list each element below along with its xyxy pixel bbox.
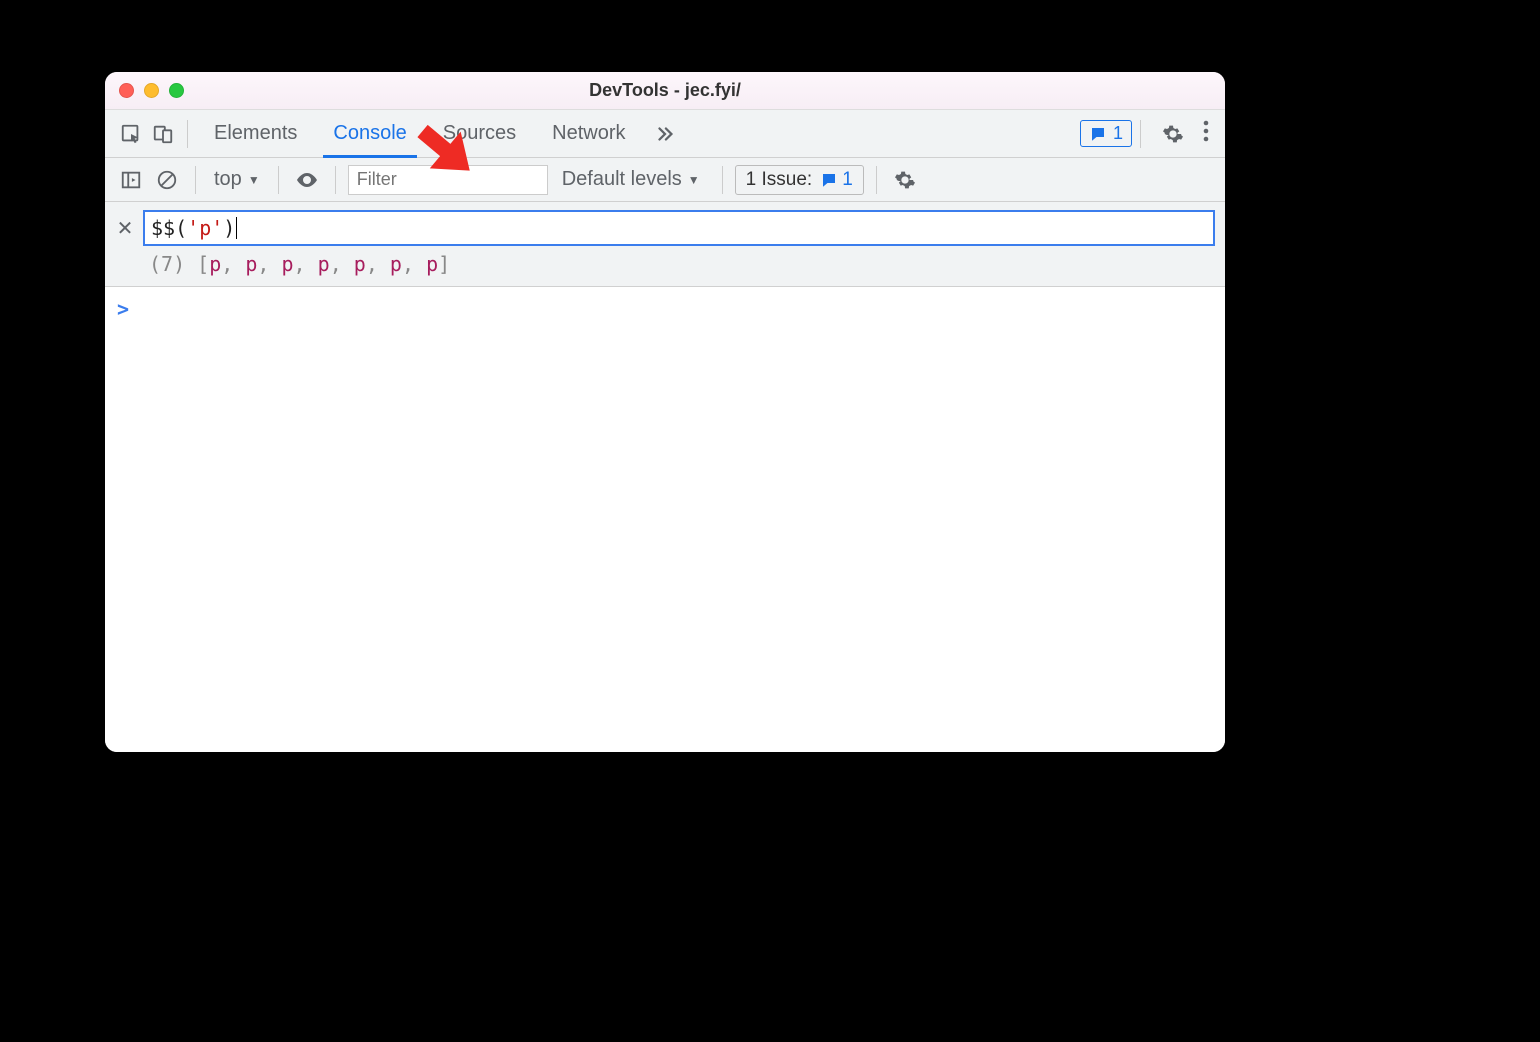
console-filter-input[interactable] xyxy=(348,165,548,195)
window-title: DevTools - jec.fyi/ xyxy=(105,80,1225,101)
gear-icon xyxy=(1162,123,1184,145)
dropdown-triangle-icon: ▼ xyxy=(248,173,260,187)
console-prompt-row[interactable]: > xyxy=(105,287,1225,331)
devtools-window: DevTools - jec.fyi/ Elements Console Sou… xyxy=(105,72,1225,752)
message-icon xyxy=(820,171,838,189)
result-element: p xyxy=(318,252,330,276)
context-label: top xyxy=(214,168,242,191)
vertical-dots-icon xyxy=(1203,120,1209,142)
result-element: p xyxy=(282,252,294,276)
issues-label: 1 Issue: xyxy=(746,169,813,191)
prompt-chevron-icon: > xyxy=(117,297,129,321)
close-expression-button[interactable]: ✕ xyxy=(115,216,135,241)
result-element: p xyxy=(354,252,366,276)
eager-evaluation-row: ✕ $$('p') (7) [p, p, p, p, p, p, p] xyxy=(105,202,1225,287)
more-options-button[interactable] xyxy=(1197,120,1215,148)
code-token: ) xyxy=(223,216,235,240)
execution-context-selector[interactable]: top ▼ xyxy=(208,168,266,191)
devtools-main-toolbar: Elements Console Sources Network 1 xyxy=(105,110,1225,158)
code-token: ' xyxy=(211,216,223,240)
tab-sources[interactable]: Sources xyxy=(425,110,534,157)
issues-badge[interactable]: 1 Issue: 1 xyxy=(735,165,864,195)
code-token: p xyxy=(199,216,211,240)
gear-icon xyxy=(894,169,916,191)
tab-elements[interactable]: Elements xyxy=(196,110,315,157)
console-settings-button[interactable] xyxy=(889,164,921,196)
result-bracket: [ xyxy=(197,252,209,276)
code-token: ( xyxy=(175,216,187,240)
tab-console[interactable]: Console xyxy=(315,110,424,157)
result-element: p xyxy=(245,252,257,276)
console-messages-badge[interactable]: 1 xyxy=(1080,120,1132,147)
live-expression-button[interactable] xyxy=(291,164,323,196)
issues-count: 1 xyxy=(842,169,853,191)
text-cursor xyxy=(236,217,237,239)
code-token: ' xyxy=(187,216,199,240)
result-bracket: ] xyxy=(438,252,450,276)
toolbar-divider xyxy=(1140,120,1141,148)
eager-evaluation-result: (7) [p, p, p, p, p, p, p] xyxy=(149,252,1215,276)
sidebar-icon xyxy=(120,169,142,191)
toolbar-divider xyxy=(195,166,196,194)
window-zoom-button[interactable] xyxy=(169,83,184,98)
traffic-lights xyxy=(119,83,184,98)
window-titlebar: DevTools - jec.fyi/ xyxy=(105,72,1225,110)
console-toolbar: top ▼ Default levels ▼ 1 Issue: 1 xyxy=(105,158,1225,202)
settings-button[interactable] xyxy=(1157,118,1189,150)
message-icon xyxy=(1089,125,1107,143)
toolbar-divider xyxy=(278,166,279,194)
device-toggle-icon[interactable] xyxy=(147,118,179,150)
toggle-console-sidebar-button[interactable] xyxy=(115,164,147,196)
chevron-double-right-icon xyxy=(654,123,676,145)
toolbar-divider xyxy=(722,166,723,194)
window-close-button[interactable] xyxy=(119,83,134,98)
result-element: p xyxy=(390,252,402,276)
eye-icon xyxy=(295,168,319,192)
levels-label: Default levels xyxy=(562,168,682,191)
console-output-area: ✕ $$('p') (7) [p, p, p, p, p, p, p] > xyxy=(105,202,1225,752)
code-token: $$ xyxy=(151,216,175,240)
result-element: p xyxy=(426,252,438,276)
clear-console-button[interactable] xyxy=(151,164,183,196)
devtools-tabs: Elements Console Sources Network xyxy=(196,110,686,157)
tabs-overflow-button[interactable] xyxy=(644,110,686,157)
window-minimize-button[interactable] xyxy=(144,83,159,98)
clear-icon xyxy=(156,169,178,191)
tab-network[interactable]: Network xyxy=(534,110,643,157)
messages-count: 1 xyxy=(1113,123,1123,144)
log-levels-selector[interactable]: Default levels ▼ xyxy=(552,168,710,191)
result-element: p xyxy=(209,252,221,276)
toolbar-divider xyxy=(187,120,188,148)
toolbar-divider xyxy=(876,166,877,194)
toolbar-divider xyxy=(335,166,336,194)
result-count: (7) xyxy=(149,252,185,276)
console-input-field[interactable]: $$('p') xyxy=(143,210,1215,246)
dropdown-triangle-icon: ▼ xyxy=(688,173,700,187)
inspect-element-icon[interactable] xyxy=(115,118,147,150)
